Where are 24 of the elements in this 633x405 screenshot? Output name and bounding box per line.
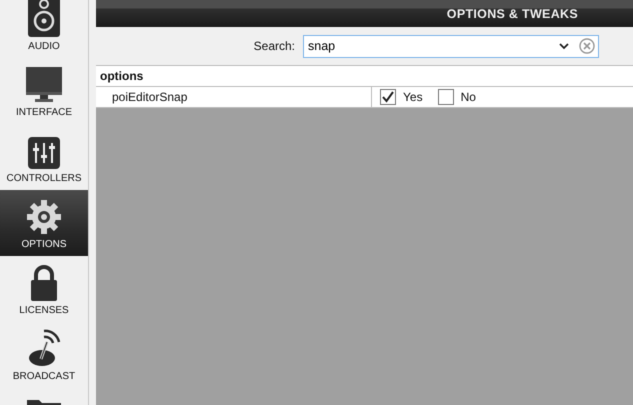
sidebar-item[interactable]: INTERFACE [0,58,88,124]
sidebar-item[interactable]: OPTIONS [0,190,88,256]
gear-icon [26,199,62,235]
group-title: options [100,68,144,85]
dropdown-caret-icon[interactable] [559,42,569,50]
sidebar-item[interactable]: BROADCAST [0,322,88,388]
option-name: poiEditorSnap [96,87,372,107]
page-title: OPTIONS & TWEAKS [446,6,578,24]
folder-icon [26,398,62,405]
sidebar-item[interactable]: AUDIO [0,0,88,58]
checkbox-label: No [460,89,476,106]
sidebar-item[interactable]: CONTROLLERS [0,124,88,190]
search-label: Search: [254,38,295,55]
checkbox[interactable] [380,89,396,105]
speaker-icon [27,0,61,37]
sliders-icon [28,137,60,169]
checkbox[interactable] [438,89,454,105]
search-field[interactable]: snap [303,34,599,58]
monitor-icon [25,67,63,103]
checkbox-label: Yes [403,89,423,106]
sidebar-item[interactable]: LICENSES [0,256,88,322]
lock-icon [30,265,58,301]
antenna-icon [27,329,61,367]
clear-icon[interactable] [579,38,595,54]
